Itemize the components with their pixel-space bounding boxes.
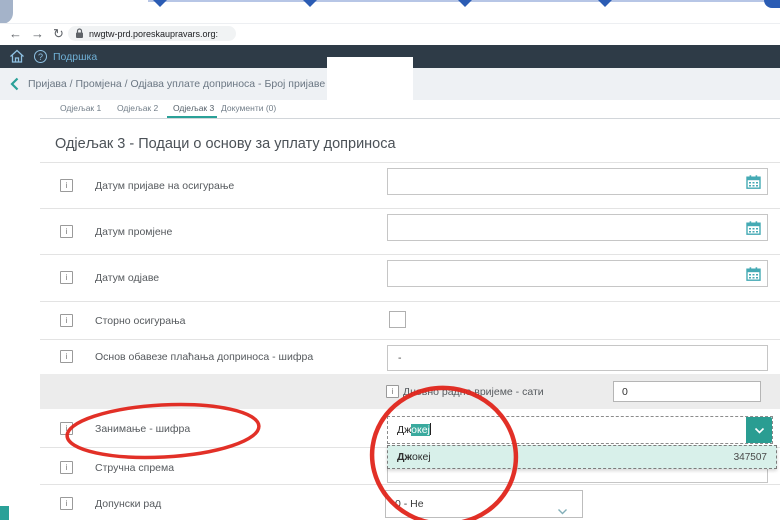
calendar-icon[interactable]: [746, 175, 761, 194]
field-label-occupation: Занимање - шифра: [95, 423, 190, 435]
browser-window: ← → ↻ nwgtw-prd.poreskaupravars.org: ? П…: [0, 0, 780, 520]
lock-icon: [75, 28, 84, 39]
basis-code-select[interactable]: -: [387, 345, 768, 371]
bookmark-arrow-icon: [458, 0, 472, 7]
corner-accent: [0, 506, 9, 520]
chevron-down-icon: [557, 502, 568, 520]
field-label-registration-date: Датум пријаве на осигурање: [95, 180, 234, 192]
refresh-icon[interactable]: ↻: [53, 26, 64, 42]
row-divider: [40, 484, 780, 485]
row-divider: [40, 301, 780, 302]
info-icon[interactable]: i: [60, 350, 73, 363]
tabstrip-divider: [0, 23, 780, 24]
tab-section-3[interactable]: Одјељак 3: [173, 103, 214, 113]
redaction-box: [327, 57, 413, 112]
change-date-input[interactable]: [387, 214, 768, 241]
bookmark-arrow-icon: [598, 0, 612, 7]
registration-date-input[interactable]: [387, 168, 768, 195]
window-corner-shape: [764, 0, 780, 8]
supplementary-work-select[interactable]: 0 - Не: [385, 490, 583, 518]
deregistration-date-input[interactable]: [387, 260, 768, 287]
info-icon[interactable]: i: [386, 385, 399, 398]
field-label-change-date: Датум промјене: [95, 226, 172, 238]
address-bar[interactable]: nwgtw-prd.poreskaupravars.org:: [68, 26, 236, 41]
field-label-basis-code: Основ обавезе плаћања доприноса - шифра: [95, 351, 313, 363]
forward-icon[interactable]: →: [31, 26, 44, 42]
bookmark-arrow-icon: [303, 0, 317, 7]
storno-checkbox[interactable]: [389, 311, 406, 328]
row-divider: [40, 339, 780, 340]
field-label-daily-hours: Дневно радно вријеме - сати: [403, 386, 544, 398]
calendar-icon[interactable]: [746, 221, 761, 240]
field-label-deregistration-date: Датум одјаве: [95, 272, 159, 284]
bookmark-arrow-icon: [153, 0, 167, 7]
back-chevron-icon[interactable]: [10, 77, 19, 96]
back-icon[interactable]: ←: [9, 26, 22, 42]
row-divider: [40, 162, 780, 163]
field-label-storno: Сторно осигурања: [95, 315, 185, 327]
browser-tab-corner: [0, 0, 13, 24]
info-icon[interactable]: i: [60, 179, 73, 192]
home-icon[interactable]: [9, 49, 25, 69]
info-icon[interactable]: i: [60, 314, 73, 327]
chevron-down-icon: [754, 427, 765, 434]
text-caret: [430, 423, 431, 435]
info-icon[interactable]: i: [60, 461, 73, 474]
option-code: 347507: [734, 452, 767, 463]
tab-section-1[interactable]: Одјељак 1: [60, 103, 101, 113]
page-title: Одјељак 3 - Подаци о основу за уплату до…: [55, 136, 396, 152]
row-divider: [40, 208, 780, 209]
select-value: 0 - Не: [386, 491, 582, 517]
autocomplete-selection: океј: [411, 424, 430, 436]
tabs-bottom-border: [40, 118, 780, 119]
info-icon[interactable]: i: [60, 497, 73, 510]
row-divider: [40, 254, 780, 255]
calendar-icon[interactable]: [746, 267, 761, 286]
tab-section-2[interactable]: Одјељак 2: [117, 103, 158, 113]
field-label-qualification: Стручна спрема: [95, 462, 174, 474]
combobox-dropdown-button[interactable]: [746, 417, 772, 443]
occupation-combobox[interactable]: Джокеј: [387, 416, 773, 444]
info-icon[interactable]: i: [60, 271, 73, 284]
daily-hours-input[interactable]: 0: [613, 381, 761, 402]
support-link[interactable]: Подршка: [53, 51, 97, 63]
info-icon[interactable]: i: [60, 422, 73, 435]
option-label: Джокеј: [397, 451, 431, 463]
breadcrumb: Пријава / Промјена / Одјава уплате допри…: [28, 78, 325, 90]
help-icon[interactable]: ?: [34, 50, 47, 63]
url-text: nwgtw-prd.poreskaupravars.org:: [89, 29, 218, 39]
occupation-dropdown-option[interactable]: Джокеј 347507: [387, 445, 777, 469]
occupation-input-text: Джокеј: [397, 417, 431, 443]
field-label-supplementary-work: Допунски рад: [95, 498, 161, 510]
tab-documents[interactable]: Документи (0): [221, 103, 276, 113]
info-icon[interactable]: i: [60, 225, 73, 238]
